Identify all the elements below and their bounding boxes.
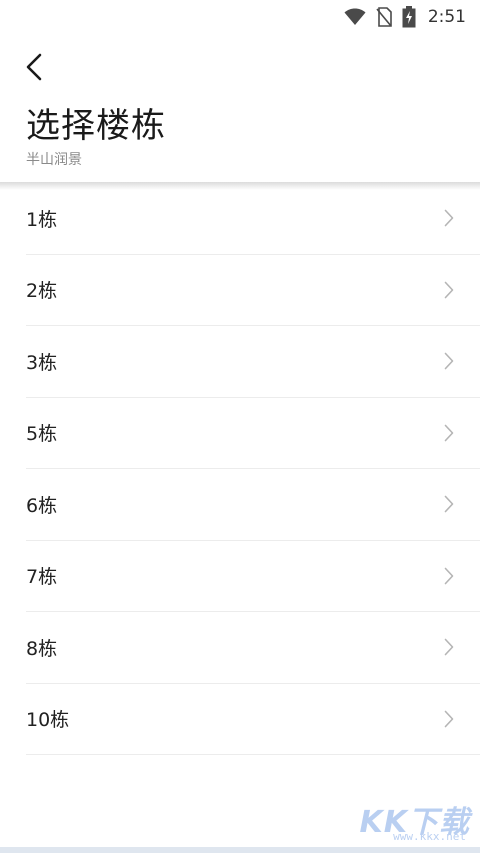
chevron-right-icon bbox=[444, 352, 456, 370]
watermark: KK下载 www.kkx.net bbox=[352, 797, 470, 843]
page-title: 选择楼栋 bbox=[26, 106, 166, 146]
building-item-1[interactable]: 1栋 bbox=[26, 183, 480, 255]
building-item-3[interactable]: 3栋 bbox=[26, 326, 480, 398]
watermark-url: www.kkx.net bbox=[393, 830, 466, 843]
building-list: 1栋 2栋 3栋 5栋 6栋 7栋 8栋 10栋 bbox=[0, 183, 480, 755]
page-subtitle: 半山润景 bbox=[26, 152, 82, 168]
building-label: 10栋 bbox=[26, 709, 70, 732]
building-label: 8栋 bbox=[26, 637, 58, 660]
building-label: 3栋 bbox=[26, 351, 58, 374]
building-item-5[interactable]: 5栋 bbox=[26, 398, 480, 469]
building-label: 6栋 bbox=[26, 494, 58, 517]
back-button[interactable] bbox=[18, 52, 50, 86]
chevron-right-icon bbox=[444, 710, 456, 728]
chevron-right-icon bbox=[444, 424, 456, 442]
building-item-2[interactable]: 2栋 bbox=[26, 255, 480, 326]
building-label: 5栋 bbox=[26, 423, 58, 446]
chevron-left-icon bbox=[25, 53, 43, 85]
building-item-8[interactable]: 8栋 bbox=[26, 612, 480, 684]
building-label: 2栋 bbox=[26, 280, 58, 303]
chevron-right-icon bbox=[444, 281, 456, 299]
chevron-right-icon bbox=[444, 567, 456, 585]
building-item-7[interactable]: 7栋 bbox=[26, 541, 480, 612]
clock-time: 2:51 bbox=[427, 7, 466, 27]
chevron-right-icon bbox=[444, 209, 456, 227]
chevron-right-icon bbox=[444, 495, 456, 513]
status-bar: 2:51 bbox=[0, 0, 480, 34]
no-sim-icon bbox=[376, 7, 392, 27]
bottom-bar bbox=[0, 847, 480, 853]
building-label: 1栋 bbox=[26, 208, 58, 231]
building-item-10[interactable]: 10栋 bbox=[26, 684, 480, 755]
building-item-6[interactable]: 6栋 bbox=[26, 469, 480, 541]
battery-charging-icon bbox=[402, 6, 416, 28]
chevron-right-icon bbox=[444, 638, 456, 656]
wifi-icon bbox=[344, 8, 366, 26]
building-label: 7栋 bbox=[26, 566, 58, 589]
